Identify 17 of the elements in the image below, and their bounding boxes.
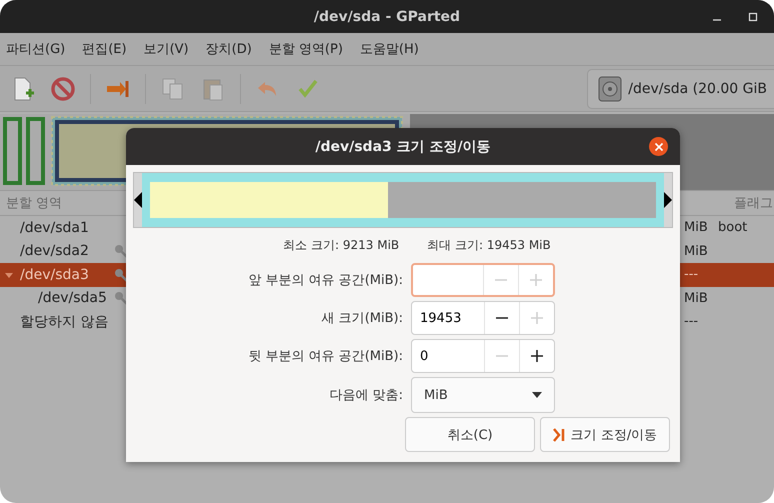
table-cell: MiB [684, 220, 708, 236]
min-size-label: 최소 크기: 9213 MiB [283, 237, 400, 254]
dialog-title: /dev/sda3 크기 조정/이동 [315, 138, 491, 156]
max-size-label: 최대 크기: 19453 MiB [427, 237, 551, 254]
field-label: 앞 부분의 여유 공간(MiB): [247, 272, 403, 289]
partition-name: /dev/sda3 [20, 266, 89, 283]
field-label: 뒷 부분의 여유 공간(MiB): [247, 348, 403, 365]
partition-name: /dev/sda5 [38, 290, 107, 306]
table-cell: --- [684, 267, 698, 282]
partition-name: /dev/sda2 [20, 243, 89, 260]
table-cell: MiB [684, 290, 708, 306]
table-cell: MiB [684, 244, 708, 259]
partition-name: /dev/sda1 [20, 220, 89, 236]
field-label: 다음에 맞춤: [328, 387, 403, 404]
field-label: 새 크기(MiB): [320, 310, 403, 327]
window-title: /dev/sda - GParted [314, 8, 460, 24]
table-cell: boot [718, 220, 748, 236]
